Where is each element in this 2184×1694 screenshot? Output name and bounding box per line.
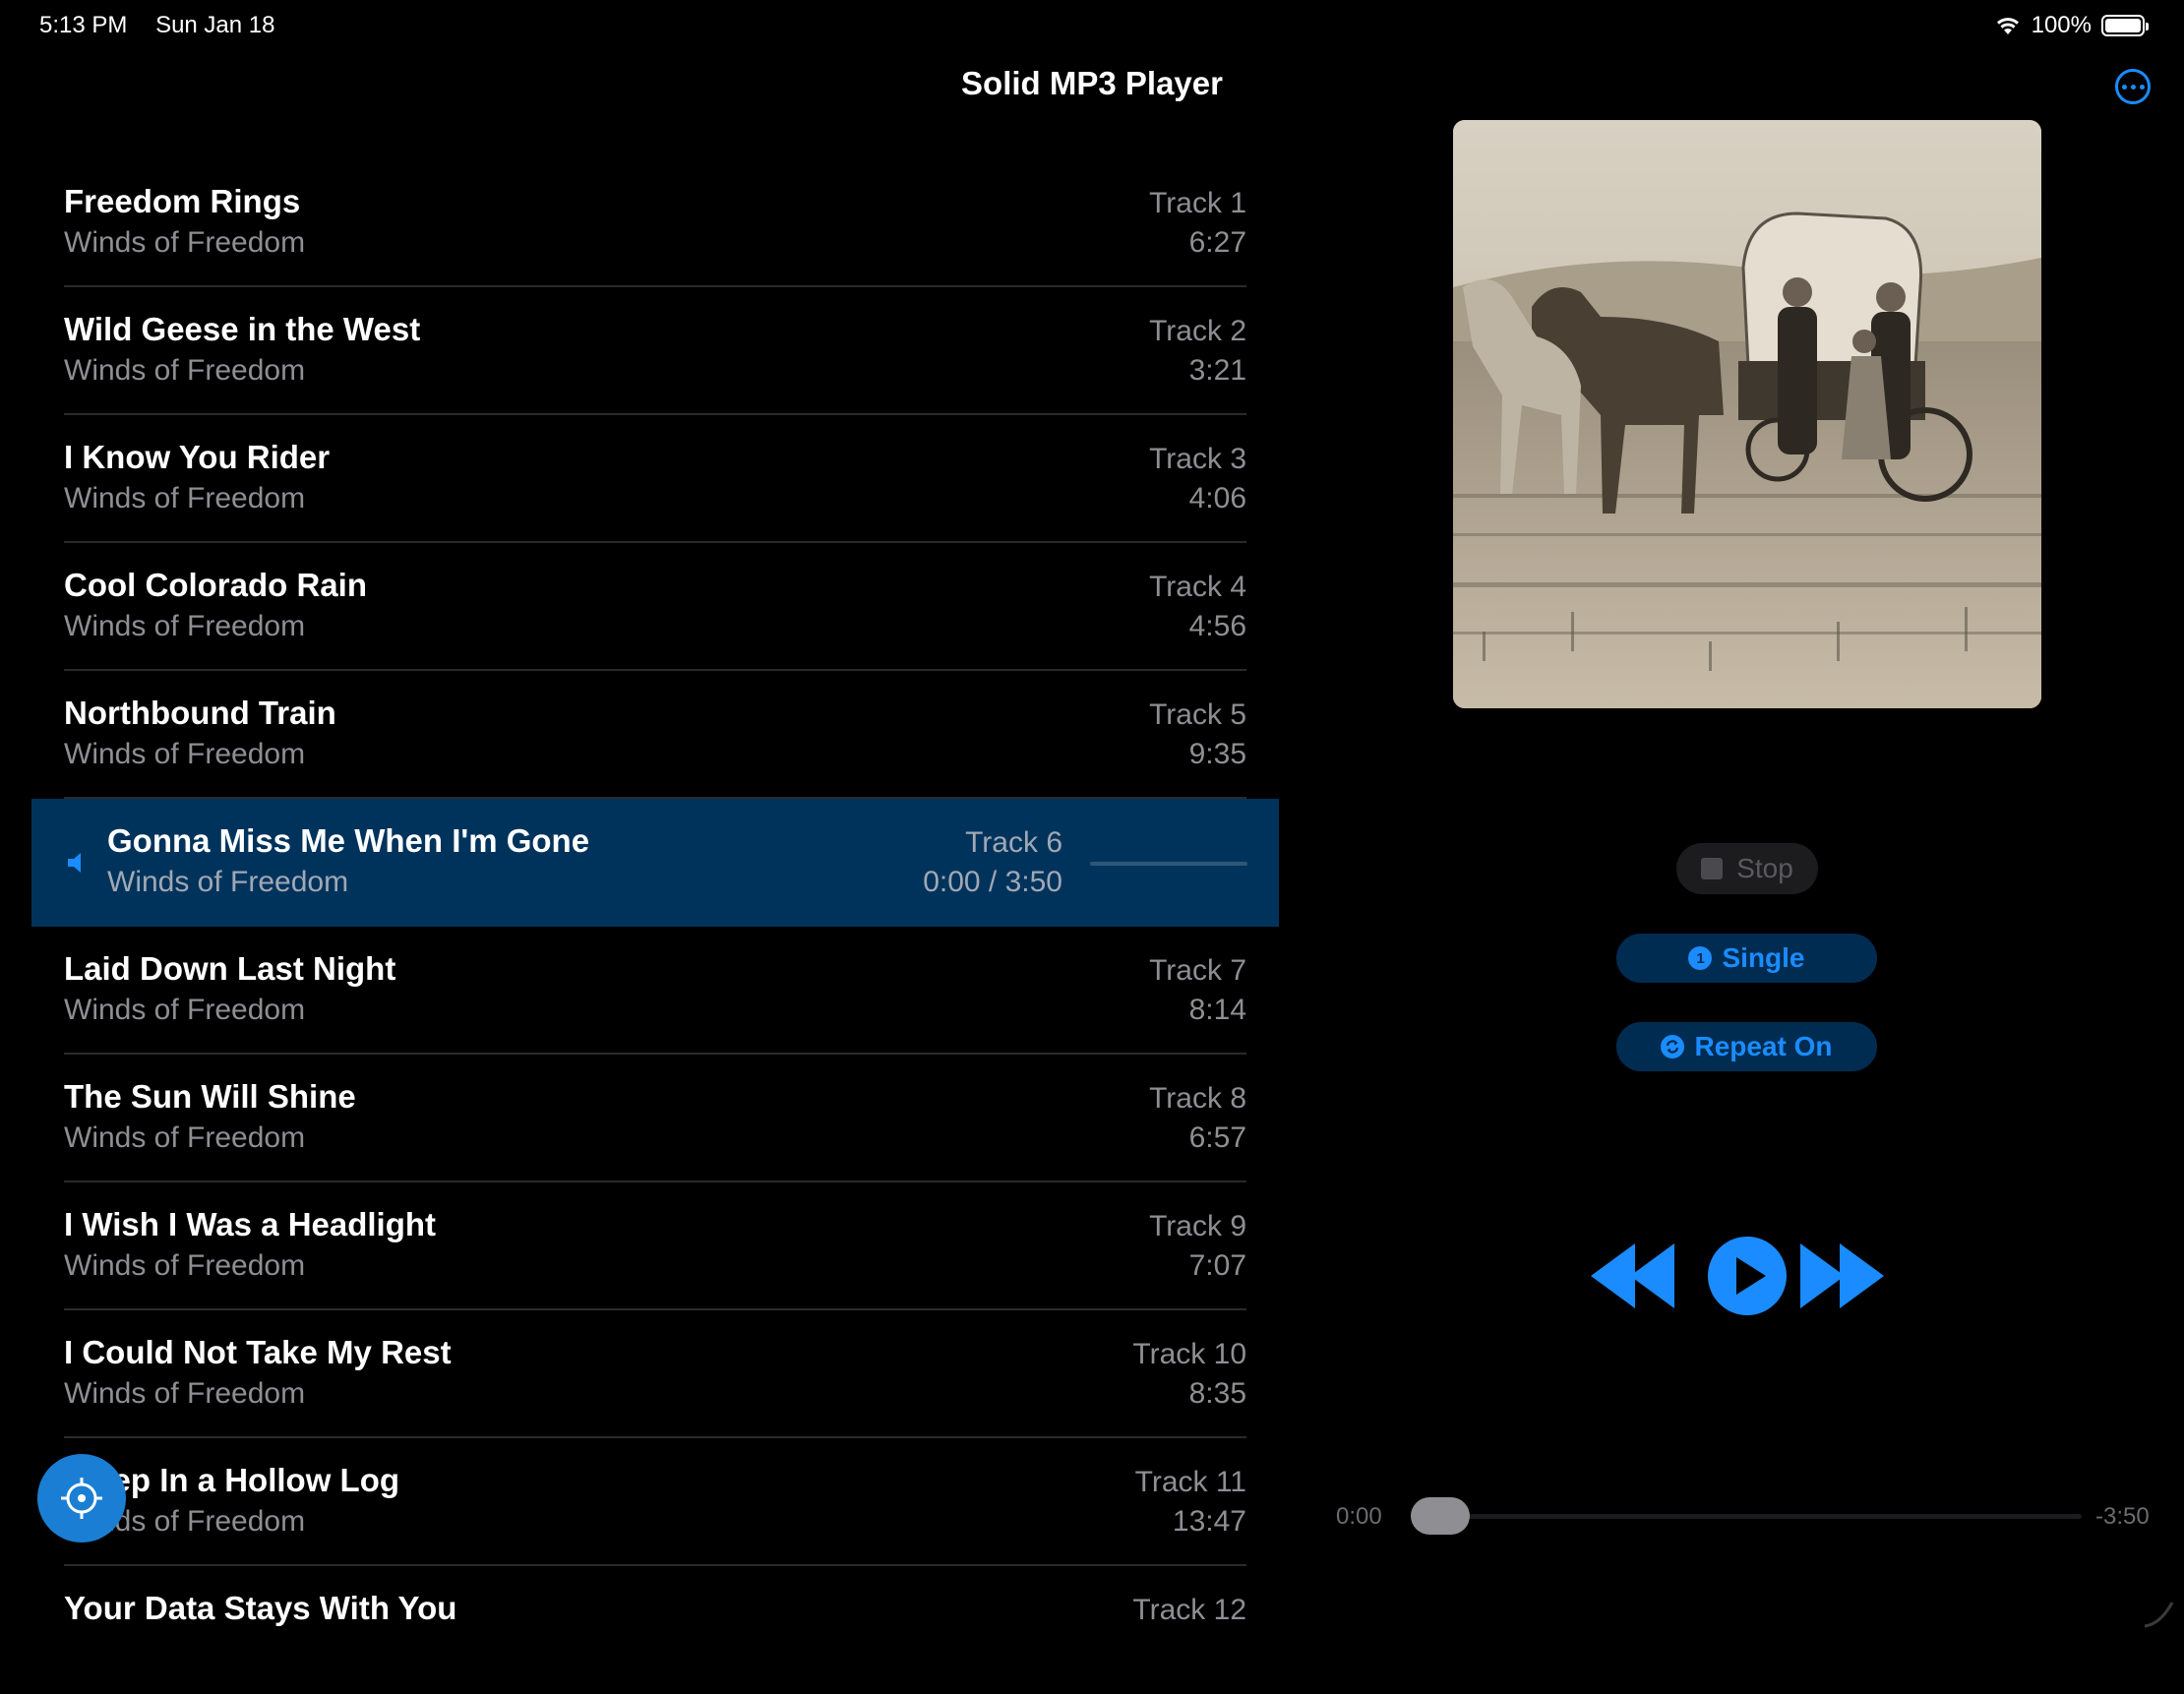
speaker-icon xyxy=(65,851,89,875)
track-artist: Winds of Freedom xyxy=(64,610,305,643)
resize-handle-icon xyxy=(2141,1595,2176,1630)
album-artwork xyxy=(1453,120,2041,708)
more-options-button[interactable] xyxy=(2115,69,2151,104)
track-progress-bar xyxy=(1090,862,1247,866)
track-title: I Know You Rider xyxy=(64,439,330,476)
album-artwork-image xyxy=(1453,120,2041,708)
fast-forward-button[interactable] xyxy=(1800,1243,1884,1308)
status-bar: 5:13 PM Sun Jan 18 100% xyxy=(0,0,2184,51)
track-row[interactable]: I Wish I Was a Headlight Winds of Freedom… xyxy=(64,1182,1246,1310)
status-time: 5:13 PM xyxy=(39,12,127,38)
track-number: Track 12 xyxy=(1132,1594,1246,1627)
stop-icon xyxy=(1701,858,1723,879)
track-title: Your Data Stays With You xyxy=(64,1590,456,1627)
track-duration: 7:07 xyxy=(1189,1249,1246,1283)
track-title: I Wish I Was a Headlight xyxy=(64,1206,436,1243)
play-button[interactable] xyxy=(1708,1237,1787,1315)
transport-controls xyxy=(1586,1232,1911,1320)
track-number: Track 2 xyxy=(1149,315,1246,348)
track-number: Track 4 xyxy=(1149,571,1246,604)
track-duration: 6:57 xyxy=(1189,1121,1246,1155)
track-duration: 9:35 xyxy=(1189,738,1246,771)
track-row[interactable]: Wild Geese in the West Winds of Freedom Tr… xyxy=(64,287,1246,415)
track-title: I Could Not Take My Rest xyxy=(64,1334,452,1371)
wifi-icon xyxy=(1994,15,2022,36)
page-title: Solid MP3 Player xyxy=(0,65,2184,102)
status-right: 100% xyxy=(1994,12,2145,39)
rewind-button[interactable] xyxy=(1591,1243,1674,1308)
ellipsis-icon xyxy=(2122,85,2127,90)
status-left: 5:13 PM Sun Jan 18 xyxy=(39,12,297,39)
track-row[interactable]: Cool Colorado Rain Winds of Freedom Track … xyxy=(64,543,1246,671)
battery-icon xyxy=(2101,15,2145,36)
repeat-icon xyxy=(1661,1035,1684,1059)
track-artist: Winds of Freedom xyxy=(64,1121,305,1155)
track-number: Track 1 xyxy=(1149,187,1246,220)
repeat-label: Repeat On xyxy=(1694,1031,1832,1062)
repeat-button[interactable]: Repeat On xyxy=(1616,1022,1877,1071)
stop-button[interactable]: Stop xyxy=(1676,843,1818,894)
track-number: Track 3 xyxy=(1149,443,1246,476)
track-row[interactable]: I Could Not Take My Rest Winds of Freedom… xyxy=(64,1310,1246,1438)
track-duration: 8:14 xyxy=(1189,994,1246,1027)
track-artist: Winds of Freedom xyxy=(64,354,305,388)
rewind-icon xyxy=(1591,1243,1674,1308)
track-title: Freedom Rings xyxy=(64,183,300,220)
track-title: Cool Colorado Rain xyxy=(64,567,367,604)
track-duration: 4:06 xyxy=(1189,482,1246,515)
track-artist: Winds of Freedom xyxy=(64,1377,305,1411)
track-row[interactable]: The Sun Will Shine Winds of Freedom Track … xyxy=(64,1055,1246,1182)
track-duration: 13:47 xyxy=(1173,1505,1246,1539)
track-number: Track 7 xyxy=(1149,954,1246,988)
track-artist: Winds of Freedom xyxy=(64,482,305,515)
track-title: The Sun Will Shine xyxy=(64,1078,356,1116)
track-duration: 8:35 xyxy=(1189,1377,1246,1411)
locate-current-track-button[interactable] xyxy=(37,1454,126,1543)
single-number-icon: 1 xyxy=(1688,946,1712,970)
playback-scrubber[interactable] xyxy=(1413,1514,2082,1519)
stop-label: Stop xyxy=(1736,853,1793,884)
track-artist: Winds of Freedom xyxy=(64,226,305,260)
scrubber-thumb[interactable] xyxy=(1411,1497,1470,1535)
track-number: Track 9 xyxy=(1149,1210,1246,1243)
track-row[interactable]: Your Data Stays With You Track 12 xyxy=(64,1566,1246,1694)
track-duration: 0:00 / 3:50 xyxy=(923,866,1062,899)
track-artist: Winds of Freedom xyxy=(64,1249,305,1283)
crosshair-icon xyxy=(59,1476,104,1521)
remaining-time: -3:50 xyxy=(2095,1503,2150,1531)
track-row[interactable]: Freedom Rings Winds of Freedom Track 1 6:27 xyxy=(64,159,1246,287)
single-mode-button[interactable]: 1 Single xyxy=(1616,934,1877,983)
track-row[interactable]: Laid Down Last Night Winds of Freedom Trac… xyxy=(64,927,1246,1055)
track-number: Track 6 xyxy=(965,826,1062,860)
track-row[interactable]: Northbound Train Winds of Freedom Track 5 9… xyxy=(64,671,1246,799)
track-artist: Winds of Freedom xyxy=(64,994,305,1027)
status-date: Sun Jan 18 xyxy=(155,12,274,38)
track-row[interactable]: Gonna Miss Me When I'm Gone Winds of Free… xyxy=(31,799,1279,927)
battery-percent: 100% xyxy=(2032,12,2092,39)
track-title: Laid Down Last Night xyxy=(64,950,395,988)
track-number: Track 11 xyxy=(1135,1466,1246,1499)
single-label: Single xyxy=(1722,942,1804,974)
track-number: Track 8 xyxy=(1149,1082,1246,1116)
track-duration: 3:21 xyxy=(1189,354,1246,388)
track-duration: 4:56 xyxy=(1189,610,1246,643)
track-title: Gonna Miss Me When I'm Gone xyxy=(107,822,589,860)
track-list: Freedom Rings Winds of Freedom Track 1 6:27… xyxy=(0,159,1279,1694)
track-title: Wild Geese in the West xyxy=(64,311,420,348)
track-number: Track 10 xyxy=(1132,1338,1246,1371)
track-number: Track 5 xyxy=(1149,698,1246,732)
fast-forward-icon xyxy=(1800,1243,1884,1308)
track-row[interactable]: I Know You Rider Winds of Freedom Track 3 4… xyxy=(64,415,1246,543)
elapsed-time: 0:00 xyxy=(1336,1503,1382,1531)
track-duration: 6:27 xyxy=(1189,226,1246,260)
track-artist: Winds of Freedom xyxy=(107,866,348,899)
track-row[interactable]: Sleep In a Hollow LogWinds of FreedomTra… xyxy=(64,1438,1246,1566)
track-title: Northbound Train xyxy=(64,695,336,732)
track-artist: Winds of Freedom xyxy=(64,738,305,771)
